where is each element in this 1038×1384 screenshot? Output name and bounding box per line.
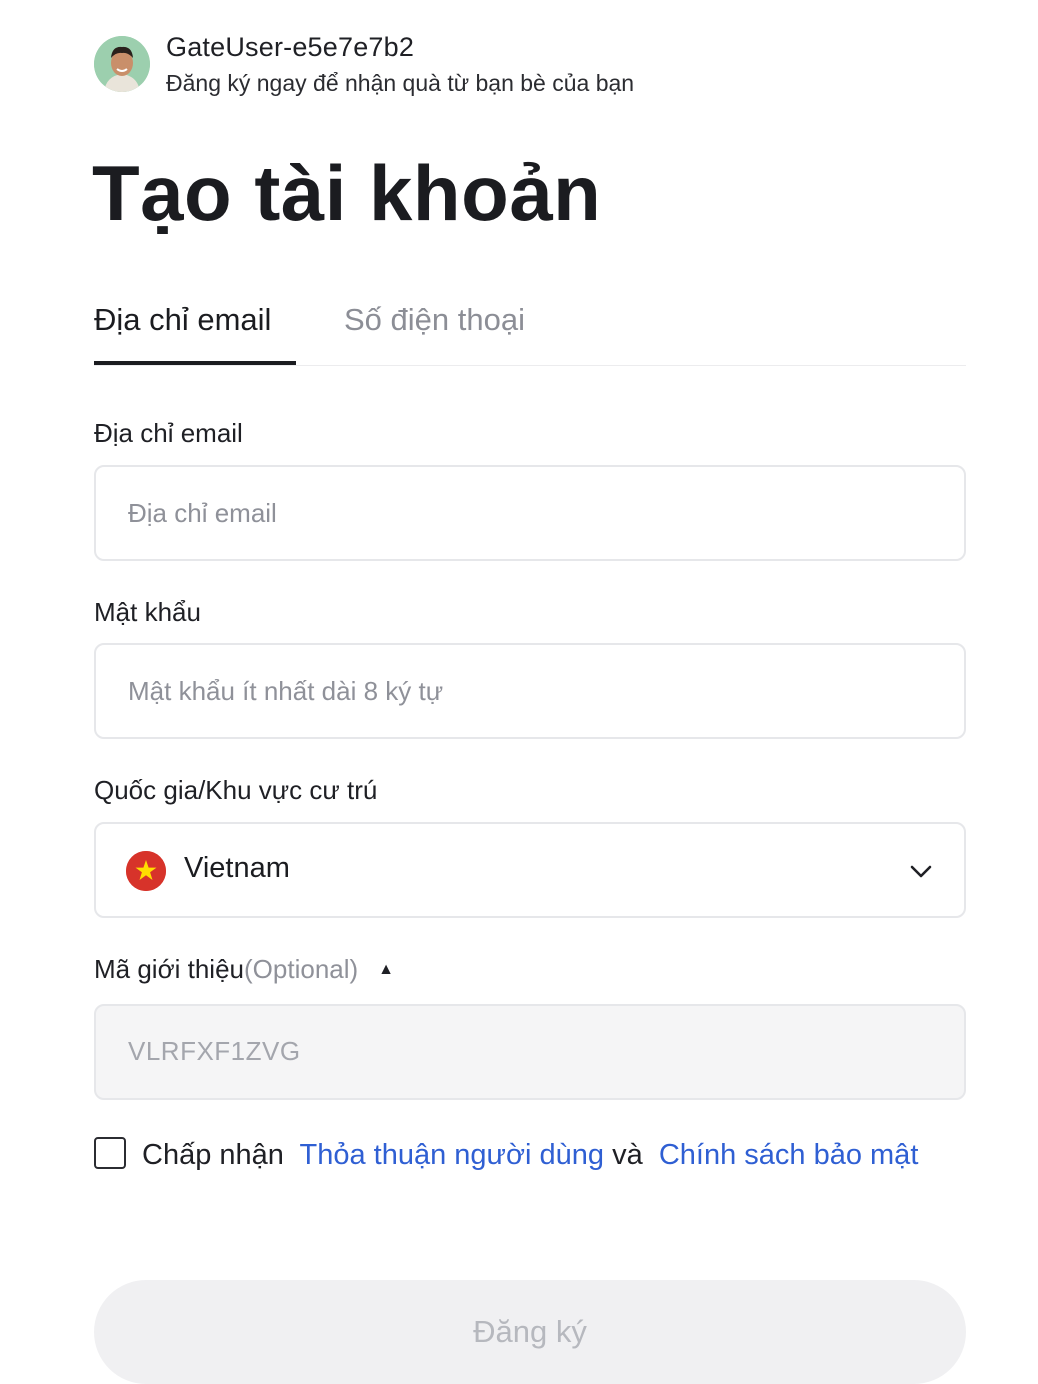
privacy-link[interactable]: Chính sách bảo mật: [659, 1139, 919, 1171]
password-label: Mật khẩu: [94, 597, 201, 627]
referral-optional-tag: (Optional): [244, 954, 359, 984]
password-input[interactable]: [128, 645, 928, 737]
active-tab-indicator: [94, 361, 296, 365]
tab-phone[interactable]: Số điện thoại: [344, 302, 525, 338]
inviter-banner: GateUser-e5e7e7b2 Đăng ký ngay để nhận q…: [94, 32, 974, 96]
terms-link[interactable]: Thỏa thuận người dùng: [300, 1139, 605, 1171]
avatar: [94, 36, 150, 92]
referral-code-value: VLRFXF1ZVG: [128, 1036, 301, 1066]
page-title: Tạo tài khoản: [92, 149, 602, 237]
referral-label: Mã giới thiệu: [94, 954, 245, 984]
agree-conjunction: và: [612, 1139, 643, 1171]
country-select[interactable]: Vietnam: [94, 822, 966, 918]
email-field-box: [94, 465, 966, 561]
agree-prefix: Chấp nhận: [142, 1139, 284, 1171]
caret-up-icon[interactable]: ▲: [378, 961, 394, 979]
referral-label-row[interactable]: Mã giới thiệu(Optional) ▲: [94, 954, 394, 985]
vietnam-flag-icon: [126, 851, 166, 891]
agree-checkbox[interactable]: [94, 1137, 126, 1169]
signup-method-tabs: Địa chỉ email Số điện thoại: [94, 290, 966, 366]
user-avatar-icon: [94, 36, 150, 92]
country-selected-value: Vietnam: [184, 852, 290, 884]
referral-code-field[interactable]: VLRFXF1ZVG: [94, 1004, 966, 1100]
email-input[interactable]: [128, 467, 928, 559]
inviter-name: GateUser-e5e7e7b2: [166, 32, 415, 62]
signup-button[interactable]: Đăng ký: [94, 1280, 966, 1384]
password-field-box: [94, 643, 966, 739]
country-label: Quốc gia/Khu vực cư trú: [94, 775, 378, 805]
inviter-subtitle: Đăng ký ngay để nhận quà từ bạn bè của b…: [166, 70, 635, 96]
agreement-text: Chấp nhận Thỏa thuận người dùng và Chính…: [142, 1134, 922, 1176]
chevron-down-icon: [910, 865, 932, 878]
tab-email[interactable]: Địa chỉ email: [94, 302, 271, 338]
email-label: Địa chỉ email: [94, 418, 243, 448]
